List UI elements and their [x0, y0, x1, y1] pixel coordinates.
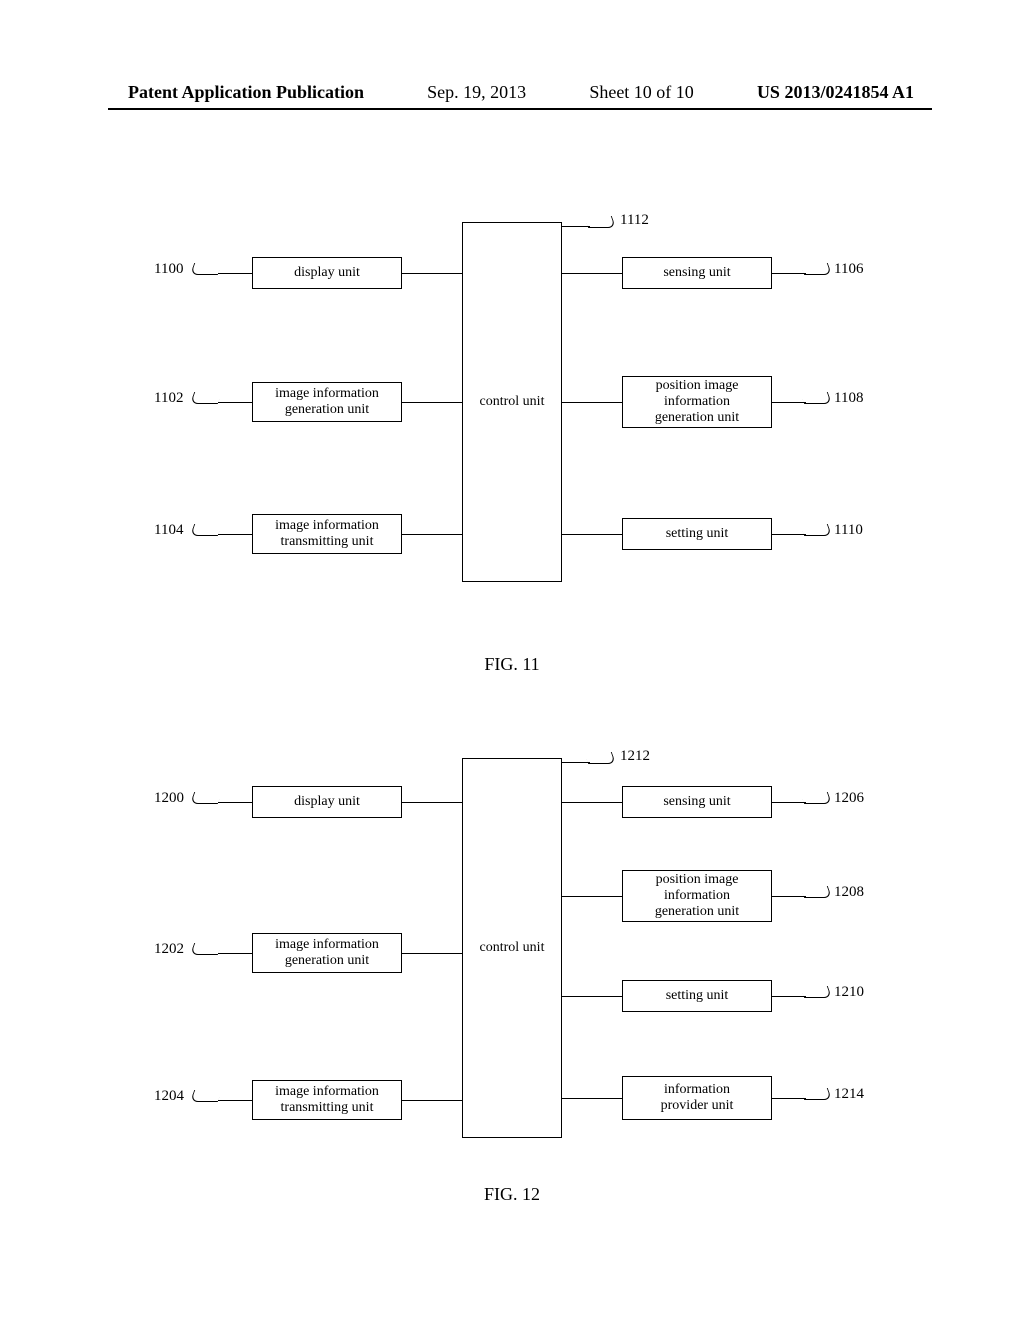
box-sensing-unit: sensing unit [622, 257, 772, 289]
ref-1202: 1202 [154, 941, 184, 958]
header-rule [108, 108, 932, 110]
box-sensing-unit: sensing unit [622, 786, 772, 818]
page-header: Patent Application Publication Sep. 19, … [0, 82, 1024, 103]
box-setting-unit: setting unit [622, 980, 772, 1012]
lead-line [402, 534, 462, 535]
publication-date: Sep. 19, 2013 [427, 82, 526, 103]
box-image-info-tx: image information transmitting unit [252, 1080, 402, 1120]
lead-line [562, 226, 590, 227]
box-display-unit: display unit [252, 257, 402, 289]
ref-1214: 1214 [834, 1086, 864, 1103]
ref-1100: 1100 [154, 261, 183, 278]
ref-1208: 1208 [834, 884, 864, 901]
lead-swoosh [190, 392, 222, 404]
figure-12: control unit 1212 display unit 1200 imag… [162, 748, 862, 1148]
sheet-number: Sheet 10 of 10 [589, 82, 693, 103]
lead-line [562, 802, 622, 803]
control-unit-label: control unit [480, 940, 545, 956]
lead-swoosh [190, 943, 222, 955]
ref-1206: 1206 [834, 790, 864, 807]
lead-line [218, 402, 252, 403]
ref-1106: 1106 [834, 261, 863, 278]
box-label: position image information generation un… [655, 378, 739, 426]
box-setting-unit: setting unit [622, 518, 772, 550]
lead-line [562, 996, 622, 997]
lead-swoosh [800, 524, 832, 536]
lead-line [772, 996, 806, 997]
lead-line [562, 896, 622, 897]
box-label: image information generation unit [275, 386, 379, 418]
lead-line [402, 802, 462, 803]
control-unit-box: control unit [462, 222, 562, 582]
box-label: image information transmitting unit [275, 518, 379, 550]
lead-swoosh [584, 752, 616, 764]
box-position-img-gen: position image information generation un… [622, 376, 772, 428]
lead-line [772, 802, 806, 803]
control-unit-box: control unit [462, 758, 562, 1138]
lead-swoosh [800, 986, 832, 998]
box-image-info-tx: image information transmitting unit [252, 514, 402, 554]
publication-number: US 2013/0241854 A1 [757, 82, 914, 103]
ref-1212: 1212 [620, 748, 650, 765]
lead-swoosh [190, 524, 222, 536]
ref-1204: 1204 [154, 1088, 184, 1105]
lead-line [402, 273, 462, 274]
ref-1102: 1102 [154, 390, 183, 407]
lead-swoosh [190, 1090, 222, 1102]
lead-swoosh [800, 792, 832, 804]
lead-swoosh [800, 263, 832, 275]
box-image-info-gen: image information generation unit [252, 382, 402, 422]
lead-line [402, 1100, 462, 1101]
lead-line [772, 402, 806, 403]
lead-swoosh [190, 263, 222, 275]
lead-line [562, 762, 590, 763]
box-info-provider: information provider unit [622, 1076, 772, 1120]
ref-1112: 1112 [620, 212, 649, 229]
lead-line [402, 953, 462, 954]
box-display-unit: display unit [252, 786, 402, 818]
box-label: image information transmitting unit [275, 1084, 379, 1116]
box-label: position image information generation un… [655, 872, 739, 920]
lead-line [772, 273, 806, 274]
lead-line [562, 534, 622, 535]
lead-swoosh [800, 392, 832, 404]
lead-line [772, 534, 806, 535]
lead-swoosh [190, 792, 222, 804]
box-image-info-gen: image information generation unit [252, 933, 402, 973]
box-label: image information generation unit [275, 937, 379, 969]
lead-line [218, 273, 252, 274]
box-label: information provider unit [661, 1082, 734, 1114]
lead-line [772, 1098, 806, 1099]
box-label: sensing unit [663, 265, 730, 281]
box-label: setting unit [666, 526, 729, 542]
ref-1108: 1108 [834, 390, 863, 407]
ref-1200: 1200 [154, 790, 184, 807]
lead-line [562, 1098, 622, 1099]
lead-swoosh [800, 1088, 832, 1100]
box-label: display unit [294, 794, 360, 810]
lead-swoosh [584, 216, 616, 228]
box-label: setting unit [666, 988, 729, 1004]
ref-1210: 1210 [834, 984, 864, 1001]
lead-line [402, 402, 462, 403]
box-label: sensing unit [663, 794, 730, 810]
lead-line [218, 1100, 252, 1101]
lead-line [218, 802, 252, 803]
figure-11-caption: FIG. 11 [484, 654, 539, 675]
lead-line [218, 534, 252, 535]
figure-11: control unit 1112 display unit 1100 imag… [162, 212, 862, 612]
box-position-img-gen: position image information generation un… [622, 870, 772, 922]
box-label: display unit [294, 265, 360, 281]
ref-1104: 1104 [154, 522, 183, 539]
figure-12-caption: FIG. 12 [484, 1184, 540, 1205]
ref-1110: 1110 [834, 522, 863, 539]
lead-line [218, 953, 252, 954]
control-unit-label: control unit [480, 394, 545, 410]
lead-line [562, 402, 622, 403]
lead-line [772, 896, 806, 897]
publication-type: Patent Application Publication [128, 82, 364, 103]
lead-swoosh [800, 886, 832, 898]
lead-line [562, 273, 622, 274]
